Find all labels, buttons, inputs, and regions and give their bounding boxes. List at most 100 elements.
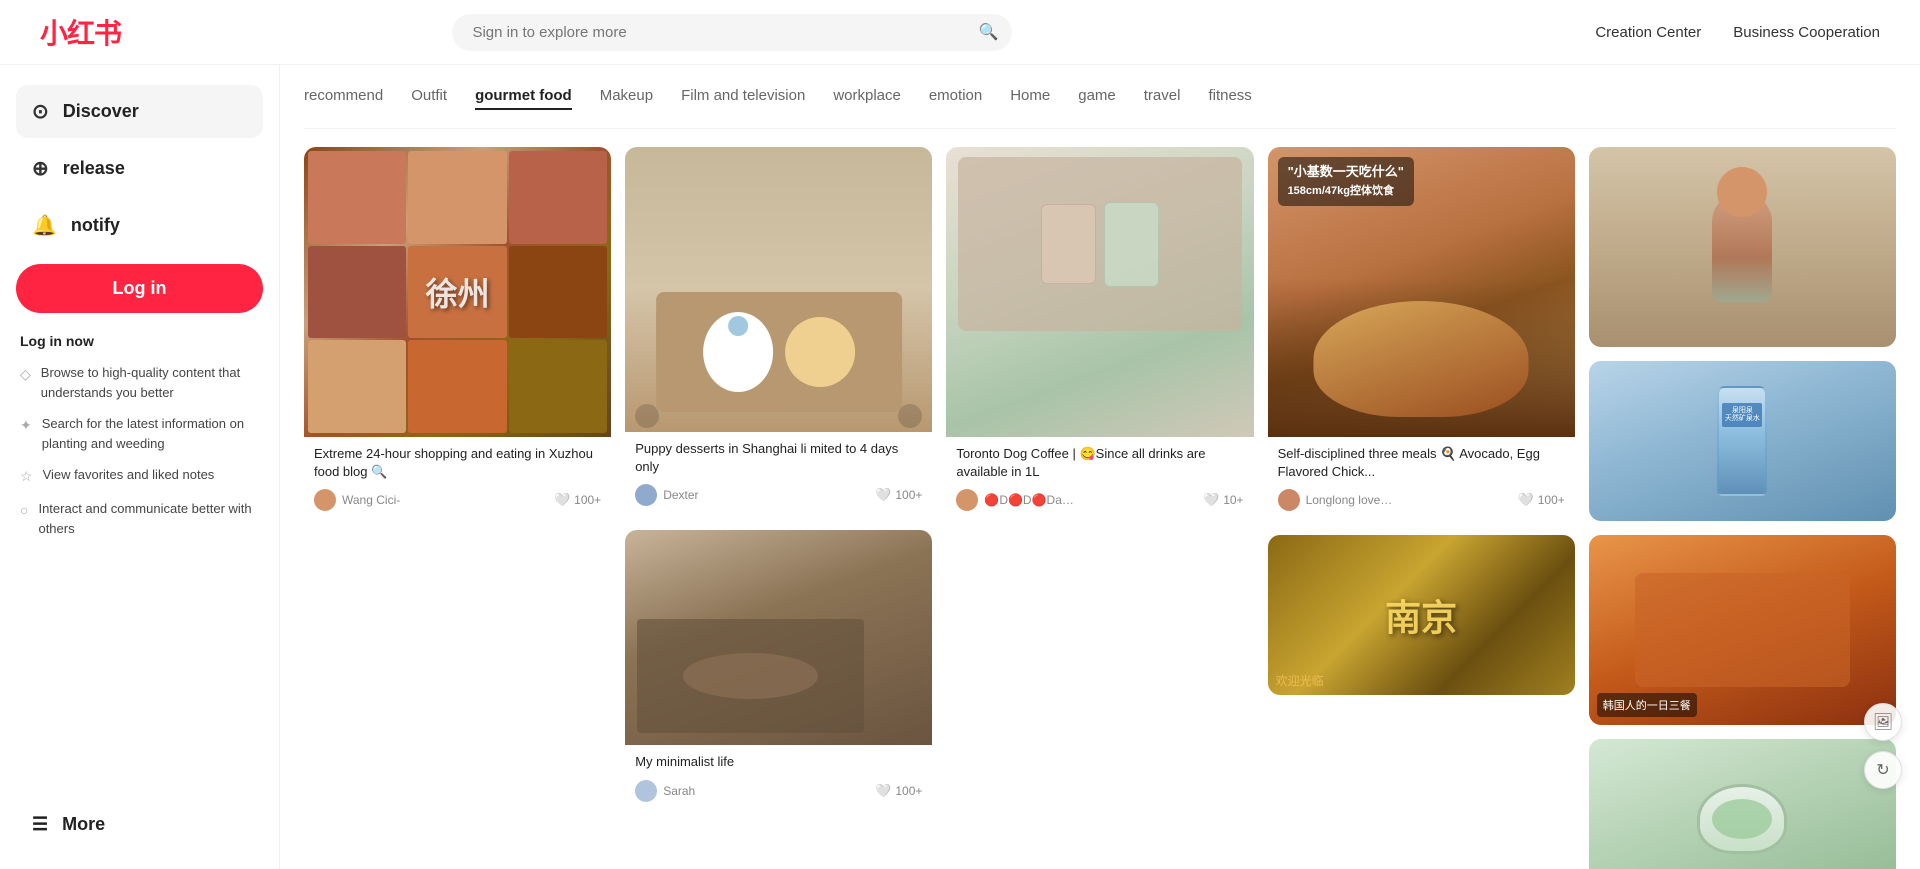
card-4-body: Toronto Dog Coffee | 😋Since all drinks a…: [946, 437, 1253, 521]
home-icon: ⊙: [32, 99, 49, 124]
tab-game[interactable]: game: [1078, 83, 1116, 110]
sidebar-bottom: ☰ More: [16, 780, 263, 849]
tab-emotion[interactable]: emotion: [929, 83, 982, 110]
card-2-avatar: [635, 484, 657, 506]
sidebar-item-release[interactable]: ⊕ release: [16, 142, 263, 195]
tab-makeup[interactable]: Makeup: [600, 83, 653, 110]
card-4-like-count: 10+: [1223, 493, 1243, 507]
card-2-footer: Dexter 🤍 100+: [635, 484, 922, 506]
card-1-likes: 🤍 100+: [554, 492, 601, 508]
card-1-title: Extreme 24-hour shopping and eating in X…: [314, 445, 601, 481]
benefit-browse: ◇ Browse to high-quality content that un…: [20, 363, 259, 402]
sidebar-release-label: release: [63, 158, 125, 179]
card-10[interactable]: [1589, 739, 1896, 869]
card-5-body: Self-disciplined three meals 🍳 Avocado, …: [1268, 437, 1575, 521]
card-1-author: Wang Cici-: [314, 489, 400, 511]
card-7[interactable]: [1589, 147, 1896, 347]
card-5-likes: 🤍 100+: [1518, 492, 1565, 508]
tab-fitness[interactable]: fitness: [1208, 83, 1251, 110]
card-5-avatar: [1278, 489, 1300, 511]
login-section: Log in now ◇ Browse to high-quality cont…: [16, 325, 263, 566]
card-3-author: Sarah: [635, 780, 695, 802]
float-image-icon[interactable]: 🖼: [1864, 703, 1902, 741]
card-6[interactable]: 南京 欢迎光临: [1268, 535, 1575, 695]
card-2-author: Dexter: [635, 484, 698, 506]
heart-icon-3: 🤍: [875, 783, 891, 799]
heart-icon-5: 🤍: [1518, 492, 1534, 508]
tab-travel[interactable]: travel: [1144, 83, 1181, 110]
login-button[interactable]: Log in: [16, 264, 263, 313]
card-9[interactable]: 韩国人的一日三餐: [1589, 535, 1896, 725]
sidebar-item-discover[interactable]: ⊙ Discover: [16, 85, 263, 138]
card-1-author-name: Wang Cici-: [342, 493, 400, 507]
star4-icon: ✦: [20, 415, 32, 436]
card-4-author-name: 🔴D🔴D🔴Daisy🌸...: [984, 493, 1074, 507]
benefit-browse-text: Browse to high-quality content that unde…: [41, 363, 259, 402]
card-1-avatar: [314, 489, 336, 511]
card-5-footer: Longlong loves to e... 🤍 100+: [1278, 489, 1565, 511]
card-8[interactable]: 泉阳泉天然矿泉水: [1589, 361, 1896, 521]
card-3-body: My minimalist life Sarah 🤍 100+: [625, 745, 932, 811]
benefit-interact-text: Interact and communicate better with oth…: [38, 499, 259, 538]
logo: 小红书: [40, 12, 121, 52]
card-2-author-name: Dexter: [663, 488, 698, 502]
tab-recommend[interactable]: recommend: [304, 83, 383, 110]
card-2-body: Puppy desserts in Shanghai li mited to 4…: [625, 432, 932, 516]
tab-workplace[interactable]: workplace: [833, 83, 901, 110]
card-3-footer: Sarah 🤍 100+: [635, 780, 922, 802]
card-4-author: 🔴D🔴D🔴Daisy🌸...: [956, 489, 1074, 511]
float-icons: 🖼 ↻: [1864, 703, 1902, 789]
card-4-likes: 🤍 10+: [1203, 492, 1244, 508]
benefit-favorites-text: View favorites and liked notes: [43, 465, 215, 485]
card-2[interactable]: Puppy desserts in Shanghai li mited to 4…: [625, 147, 932, 516]
card-1-footer: Wang Cici- 🤍 100+: [314, 489, 601, 511]
header-links: Creation Center Business Cooperation: [1595, 24, 1880, 41]
business-cooperation-link[interactable]: Business Cooperation: [1733, 24, 1880, 41]
card-5-like-count: 100+: [1538, 493, 1565, 507]
tab-outfit[interactable]: Outfit: [411, 83, 447, 110]
float-refresh-icon[interactable]: ↻: [1864, 751, 1902, 789]
card-3[interactable]: My minimalist life Sarah 🤍 100+: [625, 530, 932, 811]
card-4[interactable]: Toronto Dog Coffee | 😋Since all drinks a…: [946, 147, 1253, 521]
header: 小红书 🔍 Creation Center Business Cooperati…: [0, 0, 1920, 65]
card-3-like-count: 100+: [895, 784, 922, 798]
heart-icon-2: 🤍: [875, 487, 891, 503]
benefit-favorites: ☆ View favorites and liked notes: [20, 465, 259, 487]
tab-gourmet-food[interactable]: gourmet food: [475, 83, 572, 110]
sidebar-notify-label: notify: [71, 215, 120, 236]
hamburger-icon: ☰: [32, 814, 48, 835]
card-4-title: Toronto Dog Coffee | 😋Since all drinks a…: [956, 445, 1243, 481]
card-5-title: Self-disciplined three meals 🍳 Avocado, …: [1278, 445, 1565, 481]
card-5-author-name: Longlong loves to e...: [1306, 493, 1396, 507]
card-1[interactable]: 徐州 Extreme 24-hour shopping and eating i…: [304, 147, 611, 521]
card-2-title: Puppy desserts in Shanghai li mited to 4…: [635, 440, 922, 476]
card-3-title: My minimalist life: [635, 753, 922, 771]
tab-film-television[interactable]: Film and television: [681, 83, 805, 110]
tab-home[interactable]: Home: [1010, 83, 1050, 110]
card-4-avatar: [956, 489, 978, 511]
card-5[interactable]: "小基数一天吃什么"158cm/47kg控体饮食 Self-discipline…: [1268, 147, 1575, 521]
main-content: recommend Outfit gourmet food Makeup Fil…: [280, 65, 1920, 869]
category-tabs: recommend Outfit gourmet food Makeup Fil…: [304, 65, 1896, 129]
search-input[interactable]: [452, 14, 1012, 51]
heart-icon-4: 🤍: [1203, 492, 1219, 508]
more-label: More: [62, 814, 105, 835]
sidebar-discover-label: Discover: [63, 101, 139, 122]
card-3-avatar: [635, 780, 657, 802]
card-2-likes: 🤍 100+: [875, 487, 922, 503]
layout: ⊙ Discover ⊕ release 🔔 notify Log in Log…: [0, 65, 1920, 869]
search-icon[interactable]: 🔍: [979, 22, 999, 42]
card-grid: 徐州 Extreme 24-hour shopping and eating i…: [304, 147, 1896, 869]
star-icon: ☆: [20, 466, 33, 487]
bell-icon: 🔔: [32, 213, 57, 238]
more-button[interactable]: ☰ More: [16, 800, 263, 849]
search-bar: 🔍: [452, 14, 1012, 51]
diamond-icon: ◇: [20, 364, 31, 385]
card-4-footer: 🔴D🔴D🔴Daisy🌸... 🤍 10+: [956, 489, 1243, 511]
card-1-body: Extreme 24-hour shopping and eating in X…: [304, 437, 611, 521]
heart-icon: 🤍: [554, 492, 570, 508]
card-3-likes: 🤍 100+: [875, 783, 922, 799]
card-2-like-count: 100+: [895, 488, 922, 502]
creation-center-link[interactable]: Creation Center: [1595, 24, 1701, 41]
sidebar-item-notify[interactable]: 🔔 notify: [16, 199, 263, 252]
